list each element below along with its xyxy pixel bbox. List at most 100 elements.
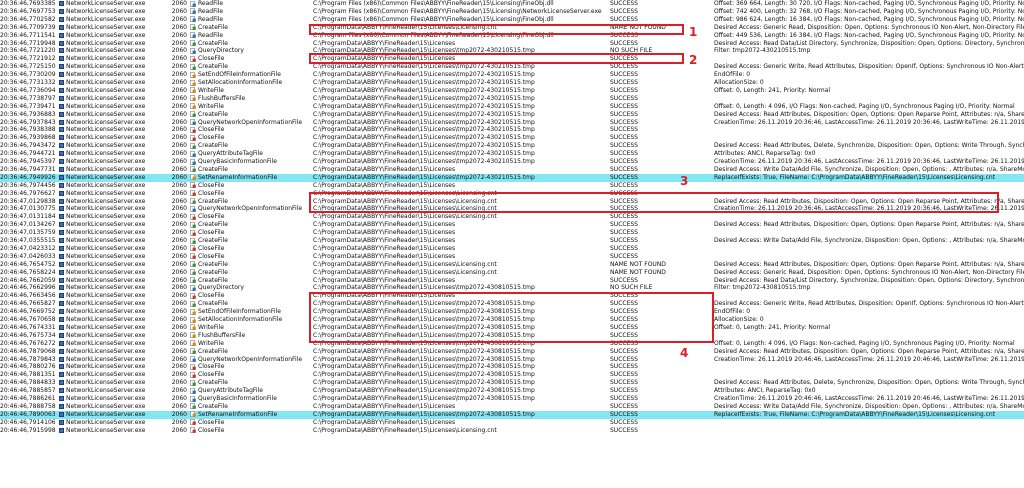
table-row[interactable]: 20:36:46,7949926 NetworkLicenseServer.exe… [0, 173, 1024, 182]
operation-cell-text: SetRenameInformationFile [198, 173, 278, 181]
pid-cell: 2060 [171, 24, 187, 32]
table-row[interactable]: 20:46:46,7670658 NetworkLicenseServer.exe… [0, 316, 1024, 324]
table-row[interactable]: 20:36:46,7944721 NetworkLicenseServer.exe… [0, 150, 1024, 158]
table-row[interactable]: 20:36:46,7721220 NetworkLicenseServer.exe… [0, 47, 1024, 55]
process-icon [59, 214, 64, 220]
process-cell: NetworkLicenseServer.exe [59, 79, 169, 87]
pid-cell-text: 2060 [171, 0, 187, 7]
table-row[interactable]: 20:46:46,7915998 NetworkLicenseServer.exe… [0, 427, 1024, 435]
table-row[interactable]: 20:36:46,7736094 NetworkLicenseServer.exe… [0, 87, 1024, 95]
table-row[interactable]: 20:46:46,7885857 NetworkLicenseServer.exe… [0, 387, 1024, 395]
detail-cell [714, 182, 1024, 190]
table-row[interactable]: 20:36:46,7937843 NetworkLicenseServer.exe… [0, 119, 1024, 127]
path-cell-text: C:\ProgramData\ABBYY\FineReader\15\Licen… [313, 379, 535, 387]
time-cell: 20:46:46,7663456 [0, 292, 57, 300]
detail-cell-text: Attributes: ANCI, ReparseTag: 0x0 [714, 150, 816, 158]
process-icon [59, 16, 64, 22]
pid-cell-text: 2060 [171, 347, 187, 355]
table-row[interactable]: 20:36:46,7945397 NetworkLicenseServer.exe… [0, 158, 1024, 166]
process-cell: NetworkLicenseServer.exe [59, 308, 169, 316]
operation-cell: CreateFile [190, 269, 308, 277]
table-row[interactable]: 20:36:47,0135759 NetworkLicenseServer.exe… [0, 229, 1024, 237]
table-row[interactable]: 20:36:46,7738797 NetworkLicenseServer.exe… [0, 95, 1024, 103]
table-row[interactable]: 20:36:46,7939868 NetworkLicenseServer.exe… [0, 134, 1024, 142]
table-row[interactable]: 20:36:46,7725150 NetworkLicenseServer.exe… [0, 63, 1024, 71]
pid-cell-text: 2060 [171, 63, 187, 71]
result-cell: SUCCESS [610, 174, 710, 182]
table-row[interactable]: 20:36:46,7711541 NetworkLicenseServer.exe… [0, 32, 1024, 40]
time-cell-text: 20:46:46,7662059 [0, 276, 56, 284]
table-row[interactable]: 20:36:46,7943472 NetworkLicenseServer.exe… [0, 142, 1024, 150]
table-row[interactable]: 20:36:46,7974456 NetworkLicenseServer.exe… [0, 182, 1024, 190]
result-cell-text: NAME NOT FOUND [610, 23, 666, 31]
time-cell-text: 20:46:46,7879068 [0, 347, 56, 355]
table-row[interactable]: 20:36:47,0423312 NetworkLicenseServer.exe… [0, 245, 1024, 253]
table-row[interactable]: 20:36:46,7936883 NetworkLicenseServer.exe… [0, 111, 1024, 119]
time-cell: 20:36:47,0134267 [0, 221, 57, 229]
table-row[interactable]: 20:36:46,7947731 NetworkLicenseServer.exe… [0, 166, 1024, 174]
table-row[interactable]: 20:46:46,7890063 NetworkLicenseServer.exe… [0, 410, 1024, 419]
operation-cell-text: QueryNetworkOpenInformationFile [198, 205, 303, 213]
table-row[interactable]: 20:36:46,7938388 NetworkLicenseServer.exe… [0, 126, 1024, 134]
time-cell-text: 20:36:46,7936883 [0, 110, 56, 118]
table-row[interactable]: 20:36:46,7697753 NetworkLicenseServer.exe… [0, 8, 1024, 16]
table-row[interactable]: 20:46:46,7879068 NetworkLicenseServer.exe… [0, 348, 1024, 356]
table-row[interactable]: 20:46:46,7888758 NetworkLicenseServer.exe… [0, 403, 1024, 411]
table-row[interactable]: 20:46:46,7674331 NetworkLicenseServer.exe… [0, 324, 1024, 332]
table-row[interactable]: 20:36:46,7709739 NetworkLicenseServer.exe… [0, 24, 1024, 32]
pid-cell-text: 2060 [171, 94, 187, 102]
time-cell: 20:46:46,7915998 [0, 427, 57, 435]
table-row[interactable]: 20:36:46,7719948 NetworkLicenseServer.exe… [0, 40, 1024, 48]
pid-cell-text: 2060 [171, 363, 187, 371]
table-row[interactable]: 20:46:46,7663456 NetworkLicenseServer.exe… [0, 292, 1024, 300]
table-row[interactable]: 20:46:46,7880276 NetworkLicenseServer.exe… [0, 363, 1024, 371]
pid-cell-text: 2060 [171, 308, 187, 316]
table-row[interactable]: 20:46:46,7879843 NetworkLicenseServer.exe… [0, 356, 1024, 364]
detail-cell-text: Offset: 369 664, Length: 30 720, I/O Fla… [714, 0, 1024, 7]
table-row[interactable]: 20:36:46,7976627 NetworkLicenseServer.exe… [0, 190, 1024, 198]
table-row[interactable]: 20:36:47,0129838 NetworkLicenseServer.exe… [0, 198, 1024, 206]
table-row[interactable]: 20:36:46,7693385 NetworkLicenseServer.exe… [0, 0, 1024, 8]
detail-cell-text: AllocationSize: 0 [714, 79, 764, 86]
table-row[interactable]: 20:46:46,7662059 NetworkLicenseServer.exe… [0, 277, 1024, 285]
process-cell-text: NetworkLicenseServer.exe [66, 39, 146, 47]
operation-cell: ReadFile [190, 0, 308, 8]
detail-cell-text: Desired Access: Read Data/List Directory… [714, 39, 1024, 47]
table-row[interactable]: 20:36:47,0134267 NetworkLicenseServer.exe… [0, 221, 1024, 229]
pid-cell-text: 2060 [171, 165, 187, 173]
table-row[interactable]: 20:36:46,7731332 NetworkLicenseServer.exe… [0, 79, 1024, 87]
process-cell-text: NetworkLicenseServer.exe [66, 323, 146, 331]
table-row[interactable]: 20:46:46,7654752 NetworkLicenseServer.exe… [0, 261, 1024, 269]
table-row[interactable]: 20:46:46,7662996 NetworkLicenseServer.exe… [0, 284, 1024, 292]
operation-cell-text: CloseFile [198, 371, 225, 379]
table-row[interactable]: 20:46:46,7675734 NetworkLicenseServer.exe… [0, 332, 1024, 340]
table-row[interactable]: 20:36:47,0355515 NetworkLicenseServer.exe… [0, 237, 1024, 245]
pid-cell: 2060 [171, 47, 187, 55]
table-row[interactable]: 20:36:47,0426033 NetworkLicenseServer.exe… [0, 253, 1024, 261]
table-row[interactable]: 20:46:46,7884833 NetworkLicenseServer.exe… [0, 379, 1024, 387]
time-cell: 20:46:46,7884833 [0, 379, 57, 387]
table-row[interactable]: 20:46:46,7665827 NetworkLicenseServer.exe… [0, 300, 1024, 308]
detail-cell: ReplaceIfExists: True, FileName: C:\Prog… [714, 174, 1024, 182]
detail-cell-text: CreationTime: 26.11.2019 20:46:46, LastA… [714, 355, 1024, 363]
table-row[interactable]: 20:46:46,7658224 NetworkLicenseServer.exe… [0, 269, 1024, 277]
table-row[interactable]: 20:36:47,0130775 NetworkLicenseServer.exe… [0, 205, 1024, 213]
time-cell: 20:36:47,0135759 [0, 229, 57, 237]
table-row[interactable]: 20:46:46,7914106 NetworkLicenseServer.exe… [0, 419, 1024, 427]
path-cell-text: C:\ProgramData\ABBYY\FineReader\15\Licen… [313, 55, 456, 63]
result-cell: SUCCESS [610, 71, 710, 79]
table-row[interactable]: 20:46:46,7669752 NetworkLicenseServer.exe… [0, 308, 1024, 316]
result-cell: SUCCESS [610, 40, 710, 48]
path-cell: C:\ProgramData\ABBYY\FineReader\15\Licen… [313, 340, 606, 348]
process-icon [59, 72, 64, 78]
table-row[interactable]: 20:36:47,0131184 NetworkLicenseServer.exe… [0, 213, 1024, 221]
table-row[interactable]: 20:46:46,7886261 NetworkLicenseServer.exe… [0, 395, 1024, 403]
table-row[interactable]: 20:46:46,7676272 NetworkLicenseServer.exe… [0, 340, 1024, 348]
table-row[interactable]: 20:36:46,7702582 NetworkLicenseServer.exe… [0, 16, 1024, 24]
table-row[interactable]: 20:36:46,7730209 NetworkLicenseServer.exe… [0, 71, 1024, 79]
path-cell: C:\ProgramData\ABBYY\FineReader\15\Licen… [313, 40, 606, 48]
pid-cell-text: 2060 [171, 292, 187, 300]
table-row[interactable]: 20:36:46,7739471 NetworkLicenseServer.exe… [0, 103, 1024, 111]
table-row[interactable]: 20:46:46,7881351 NetworkLicenseServer.exe… [0, 371, 1024, 379]
table-row[interactable]: 20:36:46,7721912 NetworkLicenseServer.exe… [0, 55, 1024, 63]
